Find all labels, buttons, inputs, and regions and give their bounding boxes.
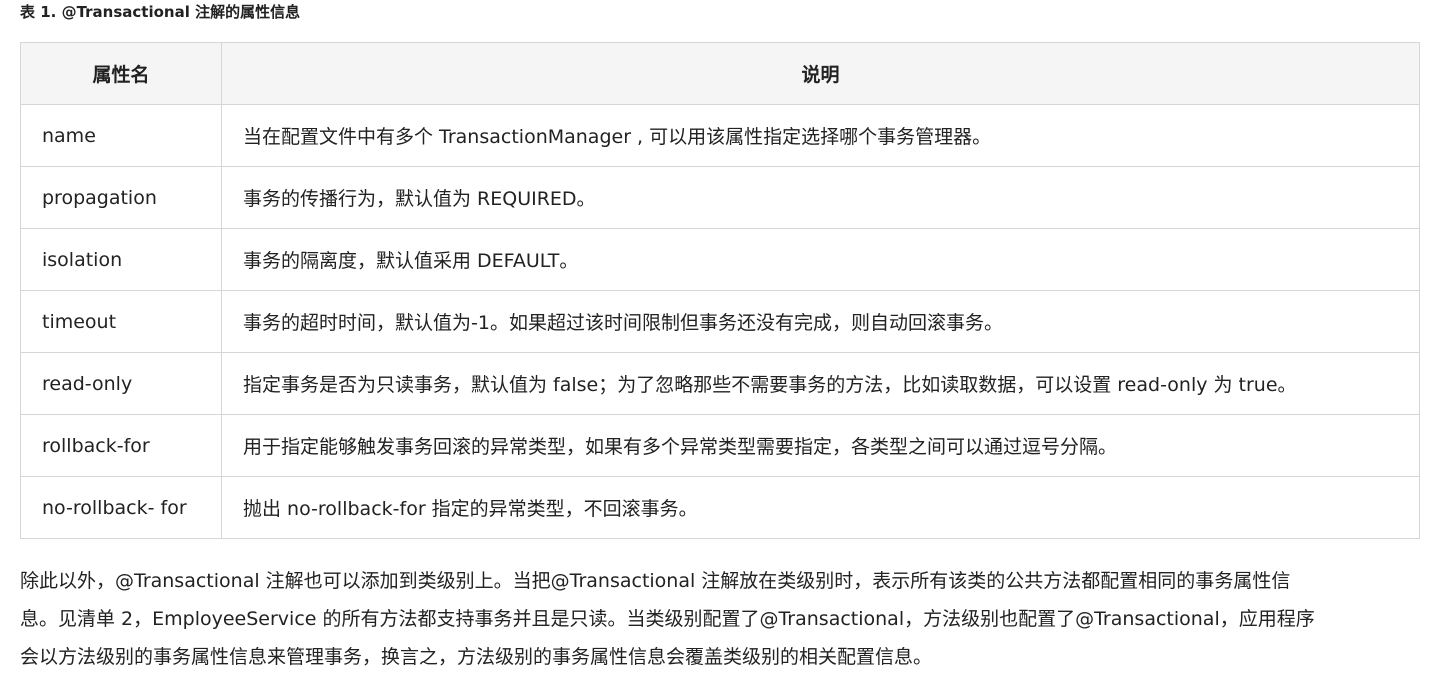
paragraph-line: 除此以外，@Transactional 注解也可以添加到类级别上。当把@Tran… — [20, 570, 1291, 592]
attribute-description-cell: 当在配置文件中有多个 TransactionManager , 可以用该属性指定… — [221, 104, 1420, 167]
attribute-description-cell: 抛出 no-rollback-for 指定的异常类型，不回滚事务。 — [221, 476, 1420, 539]
attribute-name-cell: propagation — [20, 166, 222, 229]
attribute-name-cell: name — [20, 104, 222, 167]
table-row: timeout 事务的超时时间，默认值为-1。如果超过该时间限制但事务还没有完成… — [20, 290, 1420, 353]
table-row: propagation 事务的传播行为，默认值为 REQUIRED。 — [20, 166, 1420, 229]
attribute-description-cell: 事务的隔离度，默认值采用 DEFAULT。 — [221, 228, 1420, 291]
table-row: name 当在配置文件中有多个 TransactionManager , 可以用… — [20, 104, 1420, 167]
attribute-description-cell: 事务的超时时间，默认值为-1。如果超过该时间限制但事务还没有完成，则自动回滚事务… — [221, 290, 1420, 353]
attribute-name-cell: timeout — [20, 290, 222, 353]
table-row: read-only 指定事务是否为只读事务，默认值为 false；为了忽略那些不… — [20, 352, 1420, 415]
attribute-description-cell: 事务的传播行为，默认值为 REQUIRED。 — [221, 166, 1420, 229]
table-row: no-rollback- for 抛出 no-rollback-for 指定的异… — [20, 476, 1420, 539]
paragraph-line: 会以方法级别的事务属性信息来管理事务，换言之，方法级别的事务属性信息会覆盖类级别… — [20, 646, 933, 668]
body-paragraph: 除此以外，@Transactional 注解也可以添加到类级别上。当把@Tran… — [20, 562, 1430, 676]
header-attribute-name: 属性名 — [20, 42, 222, 105]
attribute-name-cell: isolation — [20, 228, 222, 291]
header-description: 说明 — [221, 42, 1420, 105]
attribute-table: 属性名 说明 name 当在配置文件中有多个 TransactionManage… — [20, 42, 1420, 539]
attribute-name-cell: no-rollback- for — [20, 476, 222, 539]
table-row: rollback-for 用于指定能够触发事务回滚的异常类型，如果有多个异常类型… — [20, 414, 1420, 477]
table-row: isolation 事务的隔离度，默认值采用 DEFAULT。 — [20, 228, 1420, 291]
attribute-name-cell: read-only — [20, 352, 222, 415]
attribute-name-cell: rollback-for — [20, 414, 222, 477]
table-header-row: 属性名 说明 — [20, 42, 1420, 105]
attribute-description-cell: 指定事务是否为只读事务，默认值为 false；为了忽略那些不需要事务的方法，比如… — [221, 352, 1420, 415]
paragraph-line: 息。见清单 2，EmployeeService 的所有方法都支持事务并且是只读。… — [20, 608, 1315, 630]
table-caption: 表 1. @Transactional 注解的属性信息 — [20, 3, 301, 21]
attribute-description-cell: 用于指定能够触发事务回滚的异常类型，如果有多个异常类型需要指定，各类型之间可以通… — [221, 414, 1420, 477]
